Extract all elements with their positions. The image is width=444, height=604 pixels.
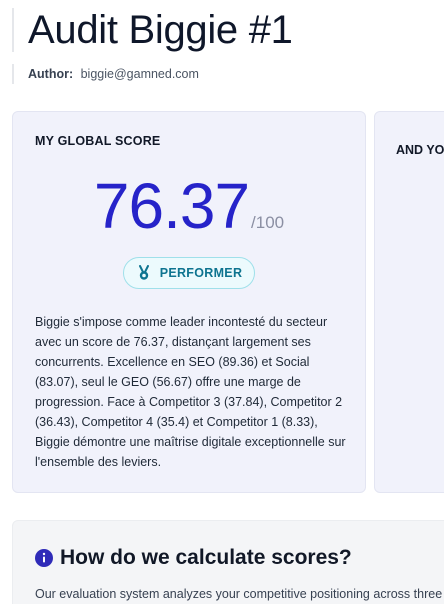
scoring-info-card: How do we calculate scores? Our evaluati… — [12, 520, 444, 604]
global-score-card: MY GLOBAL SCORE 76.37/100 PERFORMER Bigg… — [12, 111, 366, 493]
scoring-info-text: Our evaluation system analyzes your comp… — [35, 587, 444, 601]
medal-icon — [138, 265, 149, 280]
author-email: biggie@gamned.com — [80, 67, 199, 81]
audit-page: Audit Biggie #1 Author: biggie@gamned.co… — [0, 0, 444, 604]
info-icon — [35, 549, 53, 567]
page-title: Audit Biggie #1 — [28, 8, 293, 52]
competitor-card: AND YO — [374, 111, 444, 493]
score-summary: Biggie s'impose comme leader incontesté … — [35, 315, 346, 469]
global-score-label: MY GLOBAL SCORE — [35, 134, 161, 148]
author-accent-bar — [12, 64, 14, 84]
author-label: Author: — [28, 67, 74, 81]
title-accent-bar — [12, 8, 14, 52]
scoring-info-title: How do we calculate scores? — [60, 546, 352, 569]
score-max: /100 — [251, 213, 285, 232]
competitor-card-label: AND YO — [396, 143, 444, 157]
badge-label: PERFORMER — [159, 266, 243, 280]
author-line: Author: biggie@gamned.com — [28, 65, 199, 83]
score-display: 76.37/100 — [13, 168, 365, 244]
global-score-value: 76.37 — [93, 170, 250, 242]
performer-badge: PERFORMER — [123, 257, 255, 289]
